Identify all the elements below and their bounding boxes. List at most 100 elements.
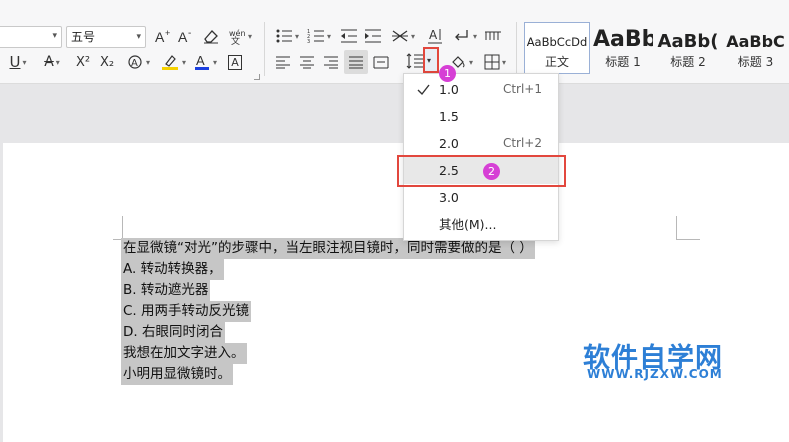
- superscript-button[interactable]: X²: [72, 52, 94, 72]
- subscript-button[interactable]: X₂: [96, 52, 118, 72]
- style-name: 标题 2: [670, 55, 706, 69]
- align-right-icon: [324, 56, 338, 69]
- font-name-select[interactable]: ▾: [0, 26, 62, 48]
- font-color-button[interactable]: A ▾: [190, 52, 220, 72]
- doc-line[interactable]: C. 用两手转动反光镜: [121, 301, 252, 322]
- menu-item-shortcut: Ctrl+1: [502, 82, 542, 96]
- underline-button[interactable]: U ▾: [4, 52, 32, 72]
- styles-gallery: AaBbCcDd 正文 AaBb 标题 1 AaBb( 标题 2 AaBbC 标…: [522, 22, 789, 74]
- line-spacing-dropdown-arrow[interactable]: ▾: [423, 47, 439, 73]
- sort-button[interactable]: ▾: [450, 26, 480, 46]
- svg-text:A: A: [429, 28, 438, 42]
- font-size-value: 五号: [71, 30, 96, 44]
- border-grid-icon: [484, 54, 500, 70]
- svg-text:+: +: [165, 28, 170, 38]
- style-heading-1[interactable]: AaBb 标题 1: [592, 22, 654, 74]
- menu-item-label: 3.0: [439, 190, 459, 205]
- justify-icon: [349, 56, 363, 69]
- style-normal[interactable]: AaBbCcDd 正文: [524, 22, 590, 74]
- align-right-button[interactable]: [320, 52, 342, 72]
- clear-format-button[interactable]: [200, 26, 222, 46]
- bullets-button[interactable]: ▾: [272, 26, 302, 46]
- font-size-select[interactable]: 五号 ▾: [66, 26, 146, 48]
- svg-text:文: 文: [231, 35, 240, 45]
- menu-item-1-0[interactable]: 1.0 Ctrl+1: [404, 76, 558, 103]
- borders-button[interactable]: ▾: [480, 52, 510, 72]
- style-name: 标题 3: [737, 55, 774, 69]
- distributed-button[interactable]: [370, 52, 392, 72]
- svg-text:A: A: [178, 29, 188, 44]
- strikethrough-button[interactable]: A ▾: [38, 52, 66, 72]
- bullet-list-icon: [276, 29, 292, 43]
- annotation-highlight-box: [397, 155, 566, 187]
- menu-item-label: 其他(M)...: [439, 217, 497, 232]
- text-effect-icon: A: [128, 55, 142, 69]
- separator: [516, 22, 517, 76]
- char-border-button[interactable]: A: [224, 52, 246, 72]
- text-direction-icon: A: [428, 28, 442, 44]
- chinese-layout-icon: [391, 30, 408, 42]
- numbered-list-icon: 123: [307, 29, 324, 44]
- svg-text:3: 3: [307, 39, 310, 44]
- chevron-down-icon: ▾: [427, 56, 432, 65]
- eraser-icon: [204, 30, 218, 44]
- phonetic-icon: wén文: [229, 28, 246, 45]
- highlight-button[interactable]: ▾: [158, 52, 188, 72]
- chinese-layout-button[interactable]: ▾: [388, 26, 418, 46]
- menu-item-other[interactable]: 其他(M)...: [404, 211, 558, 238]
- separator: [264, 22, 265, 76]
- margin-corner: [113, 216, 123, 240]
- chevron-down-icon: ▾: [52, 31, 57, 41]
- style-preview: AaBbCcDd: [526, 35, 588, 49]
- text-direction-button[interactable]: A: [424, 26, 446, 46]
- style-preview: AaBb: [593, 27, 653, 52]
- dialog-launcher-icon[interactable]: [254, 74, 260, 80]
- menu-item-1-5[interactable]: 1.5: [404, 103, 558, 130]
- style-name: 标题 1: [605, 55, 641, 69]
- svg-text:A: A: [155, 29, 165, 44]
- chevron-down-icon: ▾: [136, 32, 141, 42]
- margin-corner: [676, 216, 700, 240]
- show-marks-button[interactable]: [482, 26, 504, 46]
- doc-line[interactable]: 小明用显微镜时。: [121, 364, 233, 385]
- text-effect-button[interactable]: A ▾: [124, 52, 152, 72]
- doc-line[interactable]: D. 右眼同时闭合: [121, 322, 225, 343]
- doc-line[interactable]: B. 转动遮光器: [121, 280, 211, 301]
- step-badge-2: 2: [483, 163, 500, 180]
- style-heading-3[interactable]: AaBbC 标题 3: [722, 22, 789, 74]
- menu-item-2-0[interactable]: 2.0 Ctrl+2: [404, 130, 558, 157]
- grow-font-button[interactable]: A +: [152, 26, 174, 46]
- numbering-button[interactable]: 1 2 3 ▾: [304, 26, 334, 46]
- justify-button[interactable]: [344, 50, 368, 74]
- increase-indent-button[interactable]: [362, 26, 384, 46]
- distributed-icon: [373, 56, 389, 69]
- indent-icon: [365, 29, 381, 43]
- menu-item-3-0[interactable]: 3.0: [404, 184, 558, 211]
- align-left-icon: [276, 56, 290, 69]
- ribbon-toolbar: ▾ 五号 ▾ A + A- wén 文 ▾ U ▾ A ▾ X² X₂ A ▾ ▾ A …: [0, 0, 789, 84]
- font-color-icon: A: [194, 53, 209, 70]
- style-name: 正文: [544, 55, 569, 69]
- align-center-icon: [300, 56, 314, 69]
- menu-item-shortcut: Ctrl+2: [502, 136, 542, 150]
- style-preview: AaBbC: [726, 32, 785, 51]
- decrease-indent-button[interactable]: [338, 26, 360, 46]
- align-left-button[interactable]: [272, 52, 294, 72]
- svg-text:A: A: [131, 58, 138, 69]
- menu-item-label: 2.0: [439, 136, 459, 151]
- menu-item-label: 1.5: [439, 109, 459, 124]
- style-heading-2[interactable]: AaBb( 标题 2: [656, 22, 720, 74]
- align-center-button[interactable]: [296, 52, 318, 72]
- watermark-url: WWW.RJZXW.COM: [587, 367, 723, 381]
- phonetic-guide-button[interactable]: wén 文 ▾: [226, 26, 254, 46]
- shrink-font-button[interactable]: A-: [175, 26, 197, 46]
- svg-text:A: A: [196, 53, 205, 68]
- highlighter-icon: [161, 55, 178, 70]
- outdent-icon: [341, 29, 357, 43]
- doc-line[interactable]: 我想在加文字进入。: [121, 343, 247, 364]
- doc-line[interactable]: A. 转动转换器，: [121, 259, 224, 280]
- doc-line[interactable]: 在显微镜“对光”的步骤中，当左眼注视目镜时，同时需要做的是（ ）: [121, 238, 535, 259]
- step-badge-1: 1: [439, 65, 456, 82]
- marks-icon: [485, 31, 501, 40]
- svg-text:-: -: [188, 28, 191, 39]
